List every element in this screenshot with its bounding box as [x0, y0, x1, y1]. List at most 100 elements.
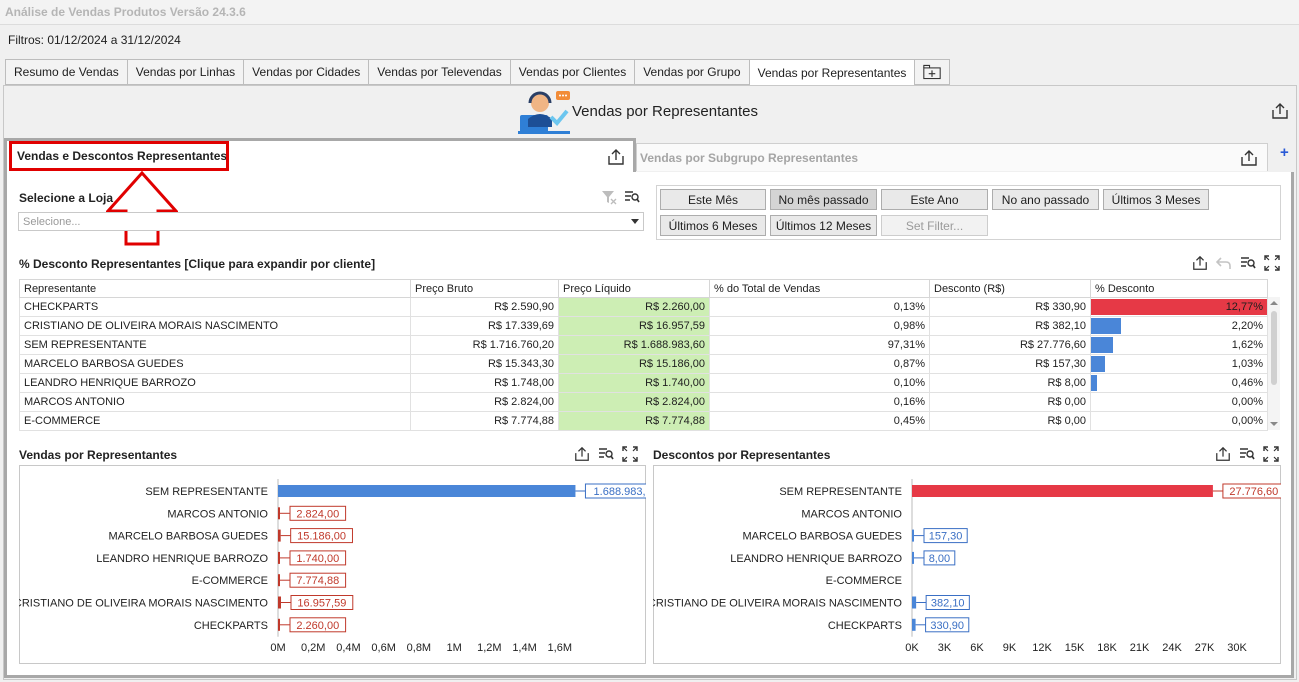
category-label: LEANDRO HENRIQUE BARROZO [96, 553, 268, 565]
share-icon[interactable] [574, 446, 590, 462]
tab-vendas-por-televendas[interactable]: Vendas por Televendas [368, 59, 510, 85]
data-label: 1.740,00 [296, 553, 339, 565]
tick-label: 12K [1032, 642, 1052, 654]
chevron-down-icon[interactable] [631, 219, 639, 224]
cell-desconto: R$ 382,10 [929, 316, 1091, 336]
pct-desconto-value: 2,20% [1231, 320, 1263, 332]
scroll-thumb[interactable] [1271, 311, 1277, 385]
arrow-up-annotation-icon [106, 171, 178, 246]
bar [278, 596, 281, 609]
add-tab-icon [923, 64, 942, 80]
store-select-placeholder: Selecione... [23, 216, 81, 228]
tick-label: 0,4M [336, 642, 360, 654]
scroll-up-icon[interactable] [1270, 301, 1278, 305]
category-label: LEANDRO HENRIQUE BARROZO [730, 553, 902, 565]
tab-vendas-por-representantes[interactable]: Vendas por Representantes [748, 59, 915, 86]
cell-representante: CRISTIANO DE OLIVEIRA MORAIS NASCIMENTO [19, 316, 411, 336]
filters-text: Filtros: 01/12/2024 a 31/12/2024 [8, 33, 181, 47]
table-row[interactable]: MARCOS ANTONIO R$ 2.824,00 R$ 2.824,00 0… [19, 392, 1268, 412]
pct-desconto-value: 12,77% [1225, 301, 1263, 313]
share-icon[interactable] [1240, 149, 1258, 167]
table-row[interactable]: LEANDRO HENRIQUE BARROZO R$ 1.748,00 R$ … [19, 373, 1268, 393]
descontos-bar-chart[interactable]: SEM REPRESENTANTE 27.776,60 MARCOS ANTONIO… [653, 465, 1281, 664]
representative-headset-icon [518, 91, 570, 134]
cell-desconto: R$ 0,00 [929, 411, 1091, 431]
bar [278, 574, 280, 587]
period-ano-passado-button[interactable]: No ano passado [992, 189, 1099, 210]
cell-desconto: R$ 157,30 [929, 354, 1091, 374]
tick-label: 0,6M [371, 642, 395, 654]
table-row[interactable]: SEM REPRESENTANTE R$ 1.716.760,20 R$ 1.6… [19, 335, 1268, 355]
table-row[interactable]: MARCELO BARBOSA GUEDES R$ 15.343,30 R$ 1… [19, 354, 1268, 374]
table-row[interactable]: CHECKPARTS R$ 2.590,90 R$ 2.260,00 0,13%… [19, 297, 1268, 317]
bar [278, 551, 280, 564]
column-header[interactable]: Representante [19, 279, 411, 298]
maximize-icon[interactable] [1263, 446, 1279, 462]
undo-icon[interactable] [1216, 255, 1232, 271]
cell-pct-desconto: 0,00% [1090, 392, 1268, 412]
tab-resumo-de-vendas[interactable]: Resumo de Vendas [5, 59, 127, 85]
category-label: E-COMMERCE [192, 575, 268, 587]
add-tab-button[interactable] [914, 59, 951, 85]
data-label: 16.957,59 [297, 598, 346, 610]
column-header[interactable]: % Desconto [1090, 279, 1268, 298]
period-este-mes-button[interactable]: Este Mês [660, 189, 766, 210]
discount-grid[interactable]: Representante Preço Bruto Preço Líquido … [19, 279, 1268, 431]
period-ultimos-3-meses-button[interactable]: Últimos 3 Meses [1103, 189, 1209, 210]
grid-header-row: Representante Preço Bruto Preço Líquido … [19, 279, 1268, 298]
set-filter-button[interactable]: Set Filter... [881, 215, 988, 236]
period-este-ano-button[interactable]: Este Ano [881, 189, 988, 210]
maximize-icon[interactable] [1264, 255, 1280, 271]
share-icon[interactable] [607, 148, 625, 166]
filter-search-icon[interactable] [598, 446, 614, 462]
table-row[interactable]: E-COMMERCE R$ 7.774,88 R$ 7.774,88 0,45%… [19, 411, 1268, 431]
tick-label: 30K [1227, 642, 1247, 654]
table-row[interactable]: CRISTIANO DE OLIVEIRA MORAIS NASCIMENTO … [19, 316, 1268, 336]
tab-vendas-por-grupo[interactable]: Vendas por Grupo [634, 59, 749, 85]
cell-representante: MARCELO BARBOSA GUEDES [19, 354, 411, 374]
cell-pct-total: 97,31% [709, 335, 930, 355]
category-label: SEM REPRESENTANTE [145, 486, 268, 498]
category-label: SEM REPRESENTANTE [779, 486, 902, 498]
grid-scrollbar[interactable] [1268, 297, 1280, 430]
period-mes-passado-button[interactable]: No mês passado [770, 189, 877, 210]
add-subtab-button[interactable]: + [1280, 144, 1289, 161]
pct-desconto-value: 0,46% [1231, 377, 1263, 389]
bar [912, 618, 916, 631]
filter-search-icon[interactable] [1240, 255, 1256, 271]
tab-vendas-por-linhas[interactable]: Vendas por Linhas [126, 59, 244, 85]
pct-desconto-value: 1,62% [1231, 339, 1263, 351]
tab-vendas-por-cidades[interactable]: Vendas por Cidades [243, 59, 369, 85]
column-header[interactable]: Desconto (R$) [929, 279, 1091, 298]
category-label: MARCOS ANTONIO [801, 508, 902, 520]
subtab-vendas-por-subgrupo[interactable]: Vendas por Subgrupo Representantes [636, 143, 1268, 171]
share-icon[interactable] [1215, 446, 1231, 462]
clear-filter-icon[interactable] [601, 189, 617, 205]
tick-label: 6K [970, 642, 984, 654]
period-ultimos-6-meses-button[interactable]: Últimos 6 Meses [660, 215, 766, 236]
cell-preco-bruto: R$ 2.824,00 [410, 392, 559, 412]
filter-search-icon[interactable] [1239, 446, 1255, 462]
cell-preco-liquido: R$ 1.688.983,60 [558, 335, 710, 355]
tick-label: 15K [1065, 642, 1085, 654]
column-header[interactable]: % do Total de Vendas [709, 279, 930, 298]
tab-label: Vendas por Linhas [135, 65, 236, 79]
cell-preco-liquido: R$ 16.957,59 [558, 316, 710, 336]
scroll-down-icon[interactable] [1270, 422, 1278, 426]
tick-label: 0,2M [301, 642, 325, 654]
bar [278, 618, 280, 631]
bar [278, 529, 281, 542]
tick-label: 3K [938, 642, 952, 654]
period-ultimos-12-meses-button[interactable]: Últimos 12 Meses [770, 215, 877, 236]
tab-vendas-por-clientes[interactable]: Vendas por Clientes [509, 59, 635, 85]
filter-search-icon[interactable] [624, 189, 640, 205]
share-icon[interactable] [1271, 102, 1289, 120]
column-header[interactable]: Preço Bruto [410, 279, 559, 298]
share-icon[interactable] [1192, 255, 1208, 271]
data-label: 382,10 [931, 598, 965, 610]
title-bar: Análise de Vendas Produtos Versão 24.3.6 [0, 0, 1299, 25]
column-header[interactable]: Preço Líquido [558, 279, 710, 298]
maximize-icon[interactable] [622, 446, 638, 462]
vendas-bar-chart[interactable]: SEM REPRESENTANTE 1.688.983,60 MARCOS ANTO… [19, 465, 646, 664]
store-select[interactable]: Selecione... [18, 212, 644, 231]
